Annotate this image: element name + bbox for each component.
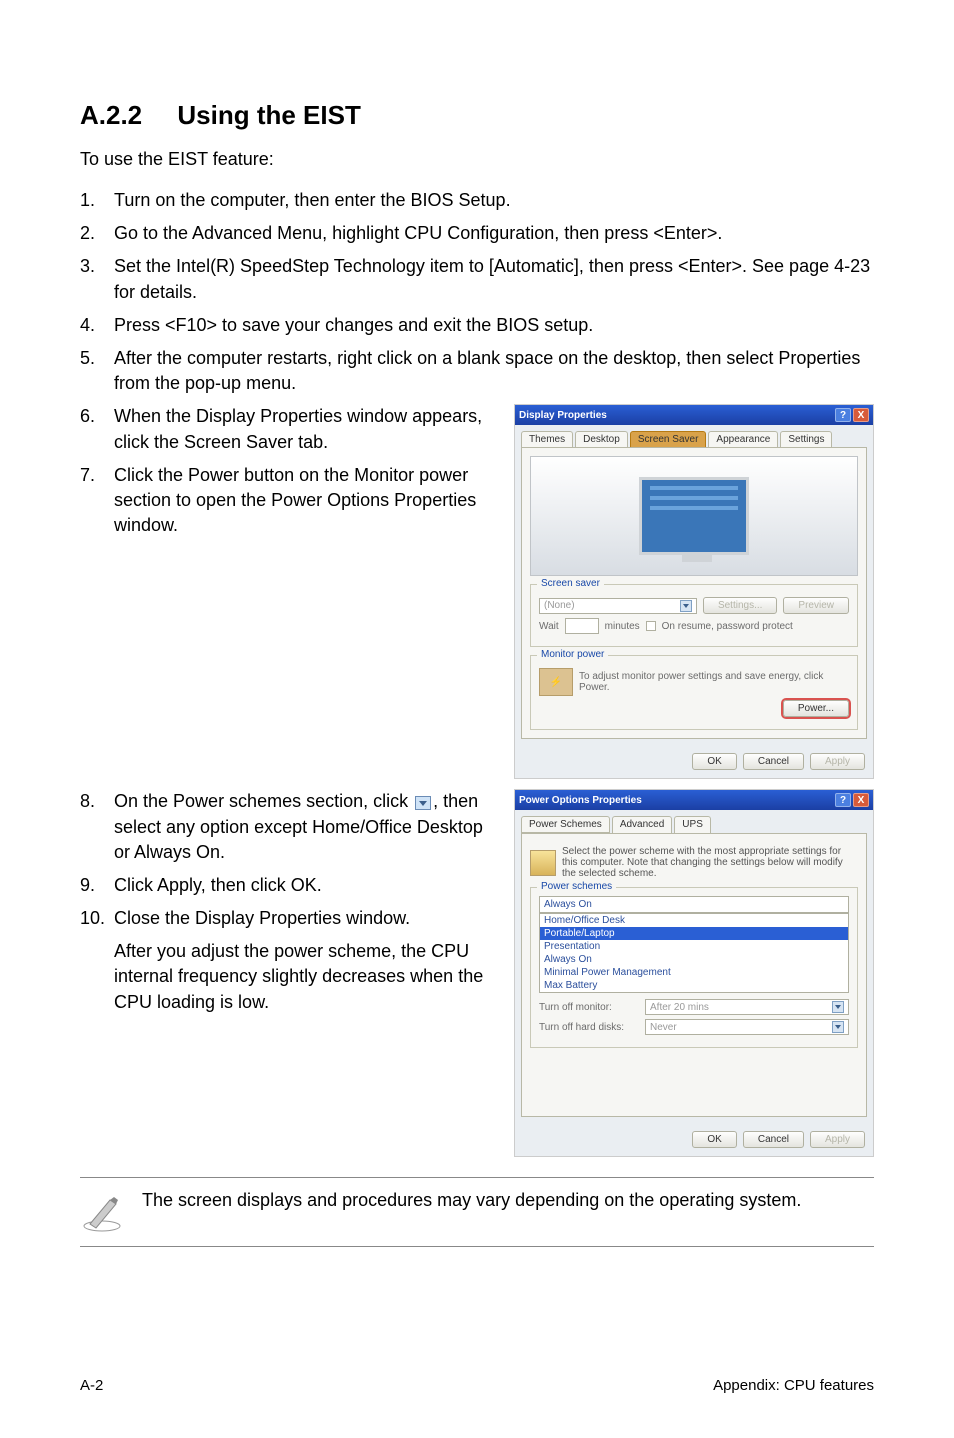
help-button[interactable]: ? (835, 793, 851, 807)
preview-button[interactable]: Preview (783, 597, 849, 614)
step-9: 9.Click Apply, then click OK. (80, 873, 496, 898)
step-10: 10.Close the Display Properties window. (80, 906, 496, 931)
tab-themes[interactable]: Themes (521, 431, 573, 447)
resume-checkbox[interactable] (646, 621, 656, 631)
step-list: 1.Turn on the computer, then enter the B… (80, 188, 874, 396)
monitor-power-text: To adjust monitor power settings and sav… (579, 671, 849, 693)
pencil-icon (80, 1190, 124, 1234)
power-options-window: Power Options Properties ? X Power Schem… (514, 789, 874, 1157)
step-4: 4.Press <F10> to save your changes and e… (80, 313, 874, 338)
scheme-dropdown-list[interactable]: Home/Office Desk Portable/Laptop Present… (539, 913, 849, 993)
tab-power-schemes[interactable]: Power Schemes (521, 816, 610, 833)
monitor-off-select[interactable]: After 20 mins (645, 999, 849, 1015)
cancel-button[interactable]: Cancel (743, 753, 804, 770)
after-note: After you adjust the power scheme, the C… (80, 939, 496, 1015)
screen-saver-group-title: Screen saver (537, 578, 604, 589)
monitor-preview (530, 456, 858, 576)
page-number: A-2 (80, 1377, 103, 1394)
wait-minutes-input[interactable] (565, 618, 599, 634)
note-text: The screen displays and procedures may v… (142, 1190, 874, 1211)
display-properties-titlebar: Display Properties ? X (515, 405, 873, 425)
help-button[interactable]: ? (835, 408, 851, 422)
monitor-power-group-title: Monitor power (537, 649, 608, 660)
dropdown-icon (415, 796, 431, 810)
tab-ups[interactable]: UPS (674, 816, 711, 833)
tab-advanced[interactable]: Advanced (612, 816, 672, 833)
screensaver-select[interactable]: (None) (539, 598, 697, 614)
cancel-button[interactable]: Cancel (743, 1131, 804, 1148)
tab-appearance[interactable]: Appearance (708, 431, 778, 447)
scheme-selected[interactable]: Always On (539, 896, 849, 913)
ok-button[interactable]: OK (692, 1131, 736, 1148)
power-options-title: Power Options Properties (519, 795, 642, 806)
settings-button[interactable]: Settings... (703, 597, 777, 614)
power-button[interactable]: Power... (783, 700, 849, 717)
battery-icon (530, 850, 556, 876)
chevron-down-icon (680, 600, 692, 612)
scheme-option-home-office[interactable]: Home/Office Desk (540, 914, 848, 927)
ok-button[interactable]: OK (692, 753, 736, 770)
section-heading: A.2.2 Using the EIST (80, 100, 874, 131)
step-1: 1.Turn on the computer, then enter the B… (80, 188, 874, 213)
scheme-option-always-on[interactable]: Always On (540, 953, 848, 966)
tab-screen-saver[interactable]: Screen Saver (630, 431, 707, 447)
footer-title: Appendix: CPU features (713, 1377, 874, 1394)
tab-desktop[interactable]: Desktop (575, 431, 628, 447)
monitor-power-icon: ⚡ (539, 668, 573, 696)
step-6: 6.When the Display Properties window app… (80, 404, 496, 454)
apply-button[interactable]: Apply (810, 1131, 865, 1148)
display-properties-window: Display Properties ? X Themes Desktop Sc… (514, 404, 874, 779)
scheme-option-max-battery[interactable]: Max Battery (540, 979, 848, 992)
power-options-titlebar: Power Options Properties ? X (515, 790, 873, 810)
note-callout: The screen displays and procedures may v… (80, 1177, 874, 1247)
step-8: 8. On the Power schemes section, click ,… (80, 789, 496, 865)
power-info-text: Select the power scheme with the most ap… (562, 846, 858, 879)
scheme-option-portable[interactable]: Portable/Laptop (540, 927, 848, 940)
step-3: 3.Set the Intel(R) SpeedStep Technology … (80, 254, 874, 304)
chevron-down-icon (832, 1001, 844, 1013)
step-2: 2.Go to the Advanced Menu, highlight CPU… (80, 221, 874, 246)
step-7: 7.Click the Power button on the Monitor … (80, 463, 496, 539)
tab-settings[interactable]: Settings (780, 431, 832, 447)
scheme-option-minimal[interactable]: Minimal Power Management (540, 966, 848, 979)
close-button[interactable]: X (853, 408, 869, 422)
display-properties-title: Display Properties (519, 410, 607, 421)
apply-button[interactable]: Apply (810, 753, 865, 770)
intro-text: To use the EIST feature: (80, 149, 874, 170)
scheme-option-presentation[interactable]: Presentation (540, 940, 848, 953)
step-5: 5.After the computer restarts, right cli… (80, 346, 874, 396)
close-button[interactable]: X (853, 793, 869, 807)
disk-off-select[interactable]: Never (645, 1019, 849, 1035)
page-footer: A-2 Appendix: CPU features (80, 1377, 874, 1394)
power-schemes-group-title: Power schemes (537, 881, 616, 892)
chevron-down-icon (832, 1021, 844, 1033)
